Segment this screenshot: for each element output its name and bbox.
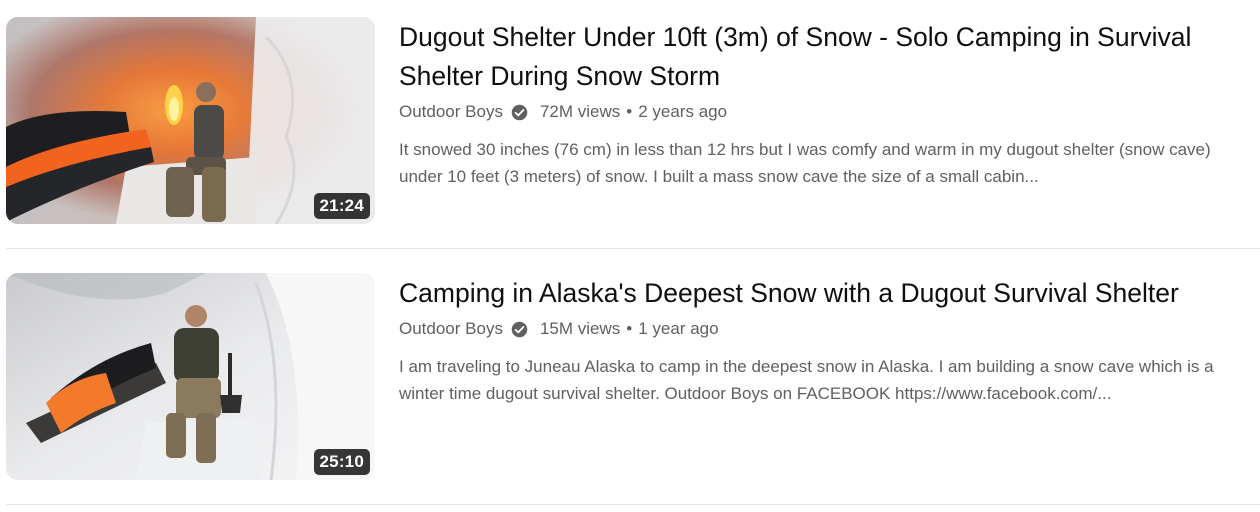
channel-name[interactable]: Outdoor Boys (399, 102, 503, 122)
video-description: I am traveling to Juneau Alaska to camp … (399, 353, 1260, 407)
description-line: I am traveling to Juneau Alaska to camp … (399, 357, 1214, 376)
video-thumbnail[interactable]: 25:10 (6, 273, 375, 480)
verified-check-icon (511, 321, 528, 338)
video-thumbnail[interactable]: 21:24 (6, 17, 375, 224)
video-metadata: Outdoor Boys 72M views • 2 years ago (399, 99, 1260, 125)
video-duration-badge: 25:10 (313, 449, 370, 475)
video-info: Camping in Alaska's Deepest Snow with a … (399, 273, 1260, 407)
video-info: Dugout Shelter Under 10ft (3m) of Snow -… (399, 17, 1260, 190)
video-metadata: Outdoor Boys 15M views • 1 year ago (399, 316, 1260, 342)
video-result[interactable]: 21:24 Dugout Shelter Under 10ft (3m) of … (6, 17, 1260, 224)
meta-separator: • (626, 102, 633, 121)
channel-name[interactable]: Outdoor Boys (399, 319, 503, 339)
meta-separator: • (626, 319, 633, 338)
upload-age: 1 year ago (638, 319, 719, 338)
video-title[interactable]: Camping in Alaska's Deepest Snow with a … (399, 274, 1260, 313)
upload-age: 2 years ago (638, 102, 728, 121)
result-divider (6, 504, 1260, 505)
view-count: 72M views (539, 102, 621, 121)
description-line: under 10 feet (3 meters) of snow. I buil… (399, 167, 1039, 186)
result-divider (6, 248, 1260, 249)
verified-check-icon (511, 104, 528, 121)
video-description: It snowed 30 inches (76 cm) in less than… (399, 136, 1260, 190)
view-count: 15M views (539, 319, 621, 338)
description-line: winter time dugout survival shelter. Out… (399, 384, 1112, 403)
description-line: It snowed 30 inches (76 cm) in less than… (399, 140, 1211, 159)
video-result[interactable]: 25:10 Camping in Alaska's Deepest Snow w… (6, 273, 1260, 480)
video-duration-badge: 21:24 (313, 193, 370, 219)
video-title[interactable]: Dugout Shelter Under 10ft (3m) of Snow -… (399, 18, 1260, 96)
